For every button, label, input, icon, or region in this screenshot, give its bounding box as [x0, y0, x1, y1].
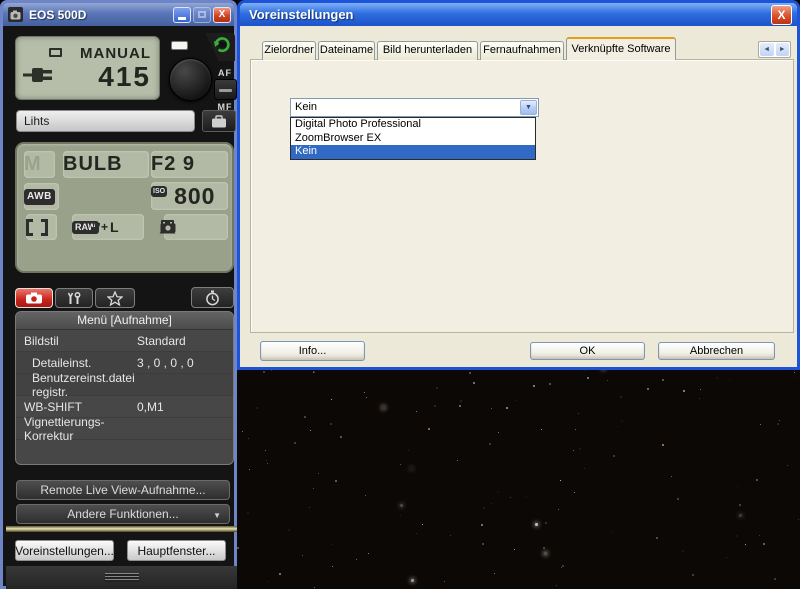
- tab-verknuepfte-software[interactable]: Verknüpfte Software: [566, 37, 676, 60]
- dialog-body: Zielordner Dateiname Bild herunterladen …: [243, 29, 794, 364]
- quick-control-dial[interactable]: [169, 58, 212, 101]
- option-zoombrowser-ex[interactable]: ZoomBrowser EX: [291, 132, 535, 146]
- preferences-dialog: Voreinstellungen X Zielordner Dateiname …: [237, 0, 800, 370]
- scroll-left-icon[interactable]: ◄: [760, 43, 774, 56]
- main-window-button[interactable]: Hauptfenster...: [127, 540, 226, 561]
- camera-control-window: EOS 500D X MANUAL 415: [0, 0, 237, 589]
- af-label: AF: [213, 68, 237, 78]
- fine-quality-icon: [90, 222, 101, 233]
- menu-row-bildstil[interactable]: BildstilStandard: [16, 330, 233, 352]
- folder-menu-button[interactable]: ▼: [202, 110, 236, 132]
- timer-button[interactable]: [191, 287, 234, 308]
- awb-badge: AWB: [24, 189, 55, 205]
- white-balance-cell[interactable]: AWB: [24, 183, 59, 210]
- camera-settings-panel: M BULB F2 9 AWB ISO800 RAW+L +: [15, 142, 234, 273]
- camera-lcd-display: MANUAL 415: [15, 36, 160, 100]
- cancel-button[interactable]: Abbrechen: [658, 342, 775, 360]
- screen: EOS 500D X MANUAL 415: [0, 0, 800, 589]
- info-button[interactable]: Info...: [260, 341, 365, 361]
- shutter-speed-cell[interactable]: BULB: [63, 151, 149, 178]
- bottom-grip-bar: [6, 566, 237, 589]
- camera-tab-icon: [25, 292, 43, 304]
- option-kein[interactable]: Kein: [291, 145, 535, 159]
- save-destination-cell[interactable]: +: [164, 214, 228, 240]
- preferences-button[interactable]: Voreinstellungen...: [15, 540, 114, 561]
- star-icon: [107, 291, 123, 306]
- mode-cell[interactable]: M: [24, 151, 55, 178]
- af-mf-switch[interactable]: [214, 79, 237, 100]
- image-quality-cell[interactable]: RAW+L: [72, 214, 144, 240]
- combo-dropdown-button[interactable]: ▼: [520, 100, 537, 115]
- dialog-title: Voreinstellungen: [249, 7, 771, 22]
- exposure-mode-text: MANUAL: [80, 45, 151, 62]
- shooting-menu-box: Menü [Aufnahme] BildstilStandard Detaile…: [15, 311, 234, 465]
- app-icon: [8, 7, 23, 22]
- menu-header: Menü [Aufnahme]: [16, 312, 233, 330]
- owner-name-field[interactable]: Lihts: [16, 110, 195, 132]
- remote-live-view-button[interactable]: Remote Live View-Aufnahme...: [16, 480, 230, 500]
- chevron-down-icon: ▼: [525, 99, 532, 116]
- tab-zielordner[interactable]: Zielordner: [262, 41, 316, 60]
- tab-my-menu[interactable]: [95, 288, 135, 308]
- tab-dateiname[interactable]: Dateiname: [318, 41, 375, 60]
- metering-frame-icon: [49, 48, 62, 57]
- tab-setup-menu[interactable]: [55, 288, 93, 308]
- chevron-down-icon: ▼: [213, 511, 221, 520]
- software-dropdown-list: Digital Photo Professional ZoomBrowser E…: [290, 117, 536, 160]
- menu-row-vignettierung[interactable]: Vignettierungs-Korrektur: [16, 418, 233, 440]
- divider: [6, 526, 237, 532]
- camera-window-title: EOS 500D: [29, 8, 171, 22]
- close-icon[interactable]: X: [771, 5, 792, 25]
- menu-row-benutzereinst[interactable]: Benutzereinst.datei registr.: [16, 374, 233, 396]
- camera-window-titlebar[interactable]: EOS 500D X: [3, 3, 234, 26]
- bracket-right-icon: [41, 219, 48, 236]
- maximize-button[interactable]: [193, 7, 211, 23]
- camera-icon: [160, 221, 176, 233]
- software-combobox[interactable]: Kein ▼: [290, 98, 539, 117]
- iso-badge: ISO: [151, 186, 167, 197]
- resize-grip[interactable]: [105, 573, 139, 582]
- tab-fernaufnahmen[interactable]: Fernaufnahmen: [480, 41, 564, 60]
- aperture-cell[interactable]: F2 9: [151, 151, 228, 178]
- rotate-image-toggle[interactable]: [199, 33, 235, 61]
- scroll-right-icon[interactable]: ►: [776, 43, 790, 56]
- rotate-icon: [212, 35, 232, 54]
- camera-window-body: MANUAL 415 AF MF Lihts ▼ M: [6, 29, 231, 583]
- tools-icon: [66, 292, 82, 305]
- shots-remaining: 415: [98, 61, 151, 93]
- bracket-left-icon: [26, 219, 33, 236]
- tab-shooting-menu[interactable]: [15, 288, 53, 308]
- briefcase-icon: [211, 115, 227, 128]
- tab-scroll-control: ◄ ►: [758, 41, 791, 58]
- other-functions-button[interactable]: Andere Funktionen...▼: [16, 504, 230, 524]
- option-digital-photo-professional[interactable]: Digital Photo Professional: [291, 118, 535, 132]
- minimize-button[interactable]: [173, 7, 191, 23]
- tab-bild-herunterladen[interactable]: Bild herunterladen: [377, 41, 478, 60]
- ok-button[interactable]: OK: [530, 342, 645, 360]
- iso-cell[interactable]: ISO800: [151, 182, 228, 210]
- indicator-led: [171, 41, 188, 50]
- close-icon[interactable]: X: [213, 7, 231, 23]
- af-frame-cell[interactable]: [26, 214, 57, 240]
- clock-icon: [205, 290, 220, 306]
- dialog-titlebar[interactable]: Voreinstellungen X: [240, 3, 797, 26]
